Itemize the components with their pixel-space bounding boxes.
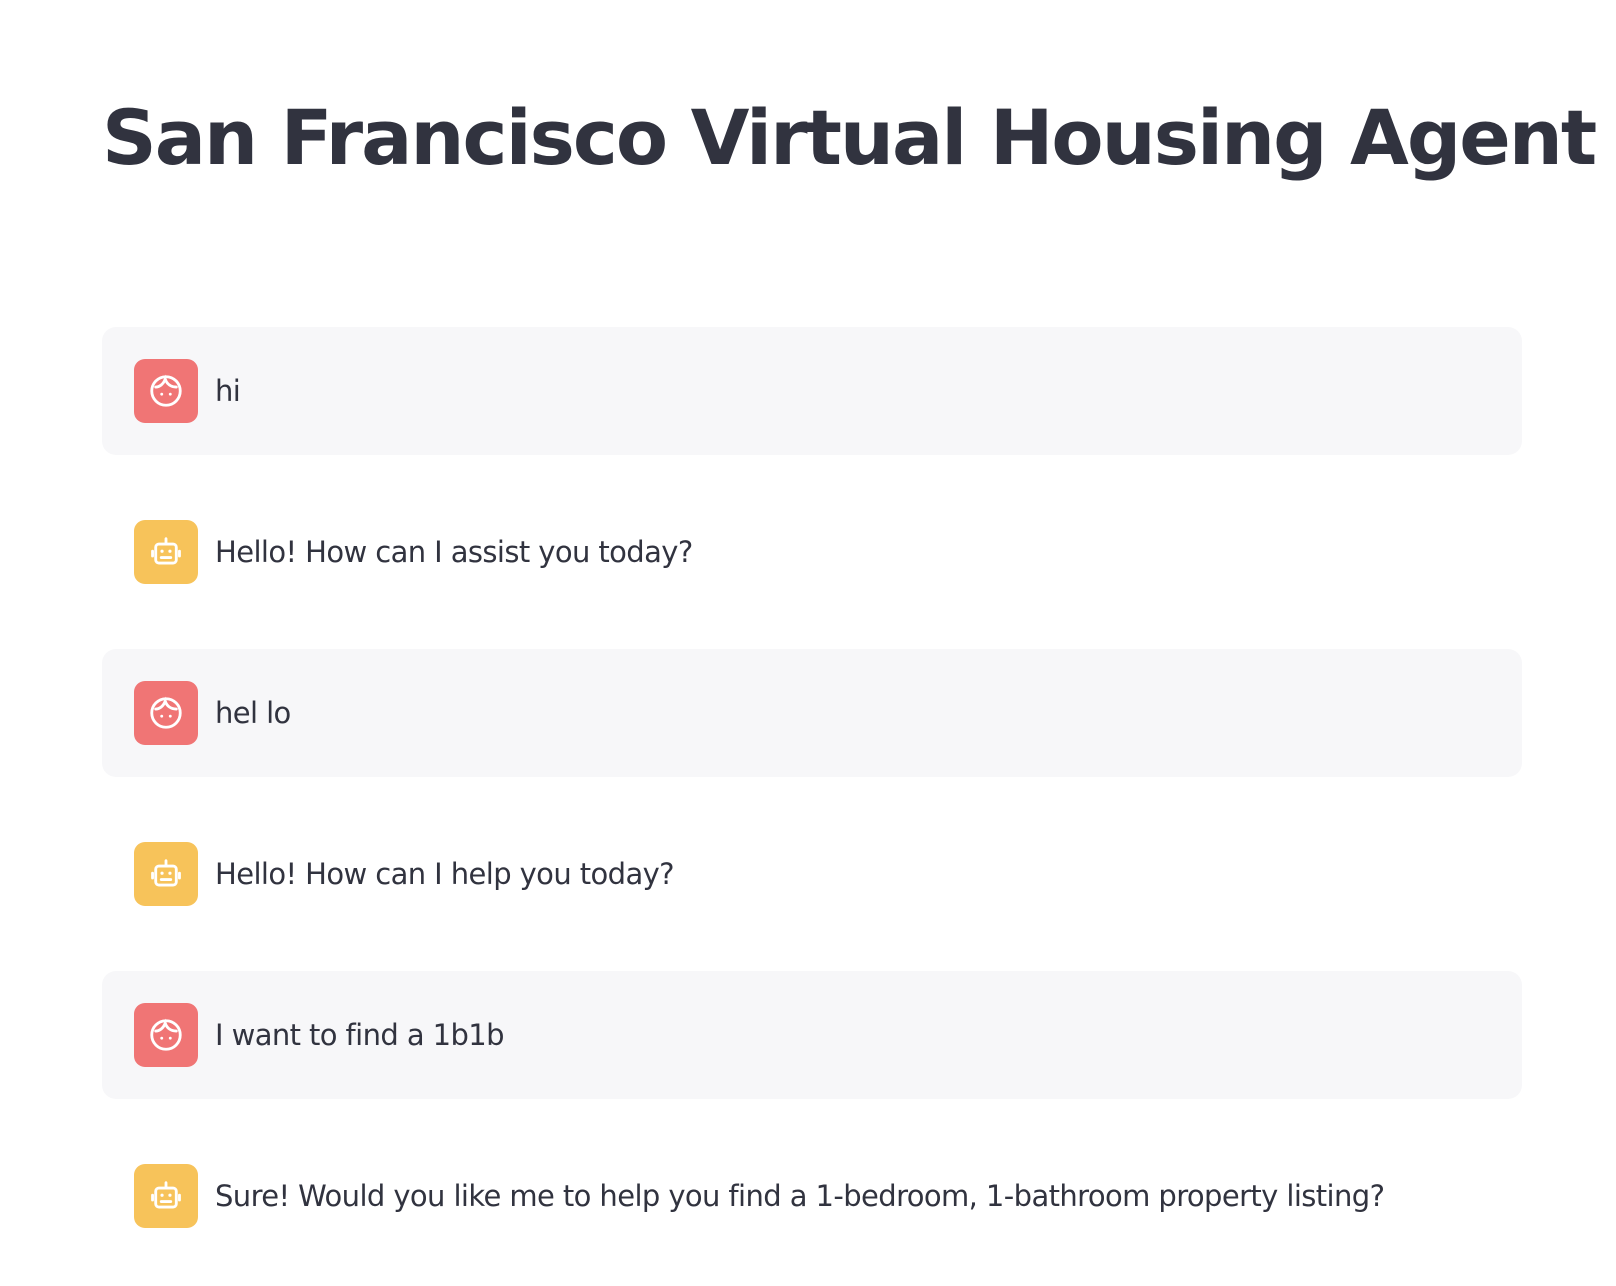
chat-message-user: hi	[102, 327, 1522, 455]
page-title: San Francisco Virtual Housing Agent	[102, 93, 1597, 182]
chat-history: hi Hello! How can I assist you today? he…	[102, 327, 1522, 1286]
robot-icon	[151, 537, 181, 565]
chat-message-user: I want to find a 1b1b	[102, 971, 1522, 1099]
message-text: Sure! Would you like me to help you find…	[215, 1179, 1385, 1213]
assistant-avatar	[134, 520, 198, 584]
assistant-avatar	[134, 1164, 198, 1228]
message-text: hi	[215, 374, 241, 408]
user-avatar	[134, 1003, 198, 1067]
user-avatar	[134, 681, 198, 745]
message-text: Hello! How can I assist you today?	[215, 535, 693, 569]
face-icon	[150, 374, 182, 407]
message-text: I want to find a 1b1b	[215, 1018, 505, 1052]
assistant-avatar	[134, 842, 198, 906]
message-text: hel lo	[215, 696, 291, 730]
user-avatar	[134, 359, 198, 423]
chat-message-user: hel lo	[102, 649, 1522, 777]
face-icon	[150, 696, 182, 729]
chat-message-assistant: Hello! How can I assist you today?	[102, 488, 1522, 616]
robot-icon	[151, 859, 181, 887]
app-page: San Francisco Virtual Housing Agent hi H…	[0, 0, 1616, 1286]
message-text: Hello! How can I help you today?	[215, 857, 675, 891]
robot-icon	[151, 1181, 181, 1209]
chat-message-assistant: Hello! How can I help you today?	[102, 810, 1522, 938]
chat-message-assistant: Sure! Would you like me to help you find…	[102, 1132, 1522, 1260]
face-icon	[150, 1018, 182, 1051]
